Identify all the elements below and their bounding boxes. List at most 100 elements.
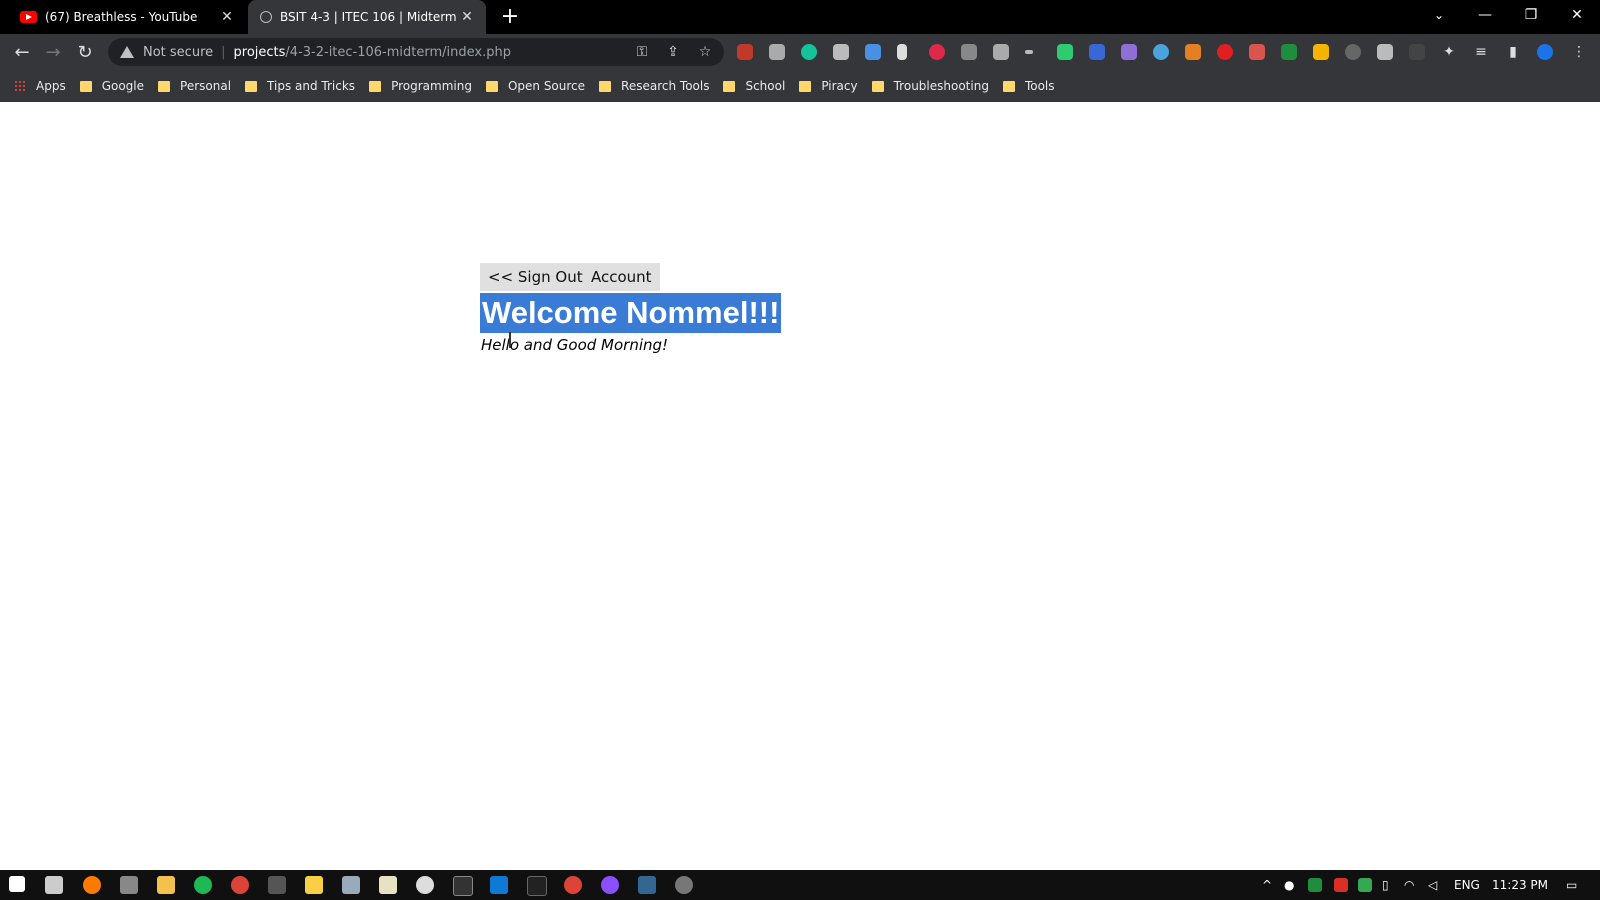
chrome-icon[interactable]: [231, 876, 249, 894]
extension-icon[interactable]: [1121, 44, 1137, 60]
terminal-icon[interactable]: [453, 876, 473, 896]
page-content: [0, 102, 1600, 870]
extension-icon[interactable]: [833, 44, 849, 60]
bookmark-icon[interactable]: [897, 44, 907, 60]
extension-icon[interactable]: [769, 44, 785, 60]
language-indicator[interactable]: ENG: [1454, 876, 1480, 894]
extension-icon[interactable]: [1185, 44, 1201, 60]
key-icon[interactable]: ⚿: [634, 44, 650, 60]
notepad-icon[interactable]: [379, 876, 397, 894]
extensions-puzzle-icon[interactable]: ✦: [1441, 44, 1457, 60]
sign-out-button[interactable]: << Sign Out: [480, 263, 591, 291]
sticky-notes-icon[interactable]: [305, 876, 323, 894]
notifications-icon[interactable]: ▭: [1566, 876, 1577, 894]
grammarly-icon[interactable]: [801, 44, 817, 60]
bookmark-label: Piracy: [821, 79, 858, 93]
extension-icon[interactable]: [865, 44, 881, 60]
app-icon[interactable]: [416, 876, 434, 894]
minimize-button[interactable]: —: [1462, 0, 1508, 30]
tray-app-icon[interactable]: [1308, 878, 1322, 892]
tab-youtube[interactable]: (67) Breathless - YouTube ✕: [8, 0, 246, 34]
windows-start-icon[interactable]: [9, 876, 25, 892]
extension-icon[interactable]: [1089, 44, 1105, 60]
extension-icon[interactable]: [737, 44, 753, 60]
bookmark-folder[interactable]: Personal: [158, 79, 231, 93]
bookmark-folder[interactable]: Programming: [369, 79, 472, 93]
clock[interactable]: 11:23 PM: [1492, 876, 1548, 894]
bookmark-folder[interactable]: Research Tools: [599, 79, 709, 93]
wifi-icon[interactable]: ◠: [1404, 876, 1414, 894]
youtube-icon: [20, 11, 37, 23]
bookmark-label: Personal: [180, 79, 232, 93]
back-button[interactable]: ←: [10, 41, 34, 65]
chrome-icon[interactable]: [564, 876, 582, 894]
app-icon[interactable]: [120, 876, 138, 894]
bookmark-folder[interactable]: Google: [79, 79, 144, 93]
security-label[interactable]: Not secure: [143, 45, 213, 60]
bookmark-label: Troubleshooting: [893, 79, 989, 93]
extension-icon[interactable]: [1313, 44, 1329, 60]
github-icon[interactable]: [601, 876, 619, 894]
bookmark-folder[interactable]: Tools: [1002, 79, 1055, 93]
vscode-icon[interactable]: [490, 876, 508, 894]
app-icon[interactable]: [527, 876, 547, 896]
bookmark-label: Programming: [391, 79, 472, 93]
extension-icon[interactable]: [1345, 44, 1361, 60]
divider: |: [221, 44, 226, 60]
side-panel-icon[interactable]: ▮: [1505, 44, 1521, 60]
address-bar[interactable]: Not secure | projects/4-3-2-itec-106-mid…: [108, 38, 724, 66]
tab-midterm[interactable]: BSIT 4-3 | ITEC 106 | Midterm ✕: [248, 0, 486, 34]
tab-search-icon[interactable]: ⌄: [1416, 0, 1462, 30]
extension-icon[interactable]: [961, 44, 977, 60]
extension-icon[interactable]: [1281, 44, 1297, 60]
bookmark-label: School: [745, 79, 786, 93]
profile-avatar[interactable]: [1537, 44, 1553, 60]
bookmark-folder[interactable]: School: [723, 79, 785, 93]
bookmark-apps[interactable]: Apps: [14, 79, 66, 93]
menu-icon[interactable]: ⋮: [1571, 44, 1587, 60]
volume-icon[interactable]: ◁: [1428, 876, 1437, 894]
bookmark-label: Apps: [36, 79, 66, 93]
reading-list-icon[interactable]: ≡: [1473, 44, 1489, 60]
tray-app-icon[interactable]: [1334, 878, 1348, 892]
extension-icon[interactable]: [1057, 44, 1073, 60]
adblock-icon[interactable]: [929, 44, 945, 60]
account-button[interactable]: Account: [583, 263, 660, 291]
extension-icon[interactable]: [1249, 44, 1265, 60]
bookmark-folder[interactable]: Piracy: [799, 79, 858, 93]
search-icon[interactable]: [83, 876, 101, 894]
share-icon[interactable]: ⇪: [665, 44, 681, 60]
url-host: projects: [233, 44, 286, 60]
bookmark-star-icon[interactable]: ☆: [697, 44, 713, 60]
folder-icon: [1002, 80, 1015, 92]
chevron-up-icon[interactable]: ^: [1262, 876, 1272, 894]
extension-icon[interactable]: [1377, 44, 1393, 60]
close-tab-icon[interactable]: ✕: [458, 9, 476, 25]
database-icon[interactable]: [638, 876, 656, 894]
task-view-icon[interactable]: [45, 876, 63, 894]
extension-icon[interactable]: [1409, 44, 1425, 60]
bookmark-folder[interactable]: Tips and Tricks: [245, 79, 355, 93]
drive-icon[interactable]: [1358, 878, 1372, 892]
close-window-button[interactable]: ✕: [1554, 0, 1600, 30]
bookmark-folder[interactable]: Troubleshooting: [871, 79, 989, 93]
bookmark-label: Open Source: [507, 79, 586, 93]
extension-icon[interactable]: [1153, 44, 1169, 60]
spotify-icon[interactable]: [194, 876, 212, 894]
reload-button[interactable]: ↻: [73, 41, 97, 65]
new-tab-button[interactable]: +: [498, 5, 522, 29]
record-icon[interactable]: [1217, 44, 1233, 60]
close-tab-icon[interactable]: ✕: [218, 9, 236, 25]
bookmark-label: Research Tools: [621, 79, 710, 93]
camera-icon[interactable]: [993, 44, 1009, 60]
battery-icon[interactable]: ▯: [1382, 876, 1389, 894]
restore-button[interactable]: ❐: [1508, 0, 1554, 30]
forward-button[interactable]: →: [41, 41, 65, 65]
calculator-icon[interactable]: [268, 876, 286, 894]
app-icon[interactable]: [675, 876, 693, 894]
microphone-icon[interactable]: ●: [1284, 876, 1294, 894]
file-explorer-icon[interactable]: [157, 876, 175, 894]
extension-icon[interactable]: [1025, 50, 1033, 54]
bookmark-folder[interactable]: Open Source: [485, 79, 586, 93]
app-icon[interactable]: [342, 876, 360, 894]
